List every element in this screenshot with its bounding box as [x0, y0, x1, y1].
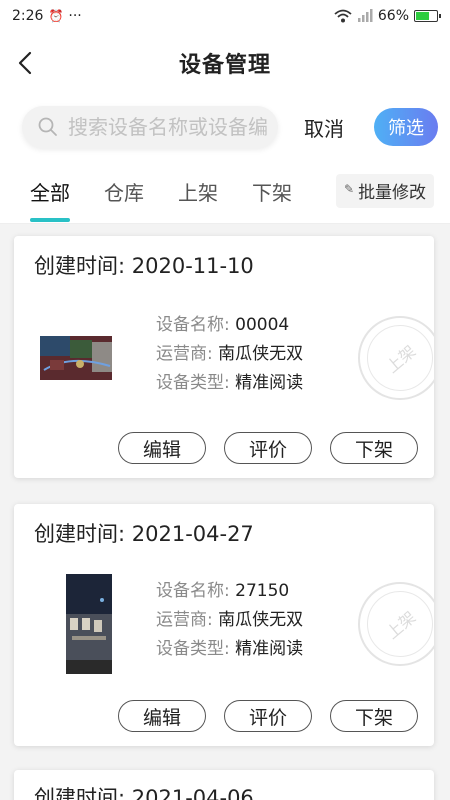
- operator-label: 运营商:: [156, 344, 219, 364]
- tab-bar: 全部 仓库 上架 下架 ✎ 批量修改: [0, 160, 450, 224]
- stamp-label: 上架: [382, 341, 420, 377]
- filter-button[interactable]: 筛选: [374, 108, 438, 146]
- status-left: 2:26 ⏰ ···: [12, 8, 82, 24]
- device-type-label: 设备类型:: [156, 639, 236, 659]
- status-right: 66%: [334, 8, 441, 24]
- alarm-icon: ⏰: [48, 9, 64, 23]
- status-time: 2:26: [12, 8, 44, 24]
- card-date: 创建时间: 2021-04-27: [34, 522, 254, 546]
- tab-online[interactable]: 上架: [178, 160, 218, 224]
- takedown-button[interactable]: 下架: [330, 432, 418, 464]
- device-type-value: 精准阅读: [235, 639, 304, 659]
- edit-icon: ✎: [344, 182, 355, 196]
- operator-label: 运营商:: [156, 610, 219, 630]
- status-stamp: 上架: [358, 582, 434, 666]
- page-title: 设备管理: [178, 53, 271, 78]
- wifi-icon: [334, 9, 352, 23]
- device-card[interactable]: 创建时间: 2021-04-06: [14, 770, 434, 800]
- card-date: 创建时间: 2020-11-10: [34, 254, 254, 278]
- chevron-left-icon: [18, 51, 32, 75]
- status-bar: 2:26 ⏰ ··· 66%: [0, 0, 450, 32]
- device-name-value: 00004: [235, 315, 290, 335]
- device-info: 设备名称: 27150 运营商: 南瓜侠无双 设备类型: 精准阅读: [156, 577, 303, 664]
- more-icon: ···: [68, 8, 82, 24]
- status-stamp: 上架: [358, 316, 434, 400]
- device-name-value: 27150: [235, 581, 290, 601]
- device-card[interactable]: 创建时间: 2021-04-27 设备名称: 27150 运营商: 南瓜侠无双 …: [14, 504, 434, 746]
- edit-button[interactable]: 编辑: [118, 432, 206, 464]
- card-actions: 编辑 评价 下架: [118, 700, 418, 732]
- device-image: [66, 574, 112, 674]
- battery-percent: 66%: [377, 8, 409, 24]
- signal-icon: [357, 9, 373, 22]
- tab-offline[interactable]: 下架: [252, 160, 292, 224]
- review-button[interactable]: 评价: [224, 700, 312, 732]
- device-card[interactable]: 创建时间: 2020-11-10 设备名称: 00004 运营商: 南瓜侠无双 …: [14, 236, 434, 478]
- card-actions: 编辑 评价 下架: [118, 432, 418, 464]
- back-button[interactable]: [10, 46, 40, 80]
- operator-value: 南瓜侠无双: [218, 610, 304, 630]
- search-icon: [38, 117, 57, 136]
- search-row: 取消 筛选: [0, 94, 450, 160]
- batch-edit-label: 批量修改: [358, 183, 427, 203]
- tab-all[interactable]: 全部: [30, 160, 70, 224]
- app-header: 设备管理: [0, 32, 450, 94]
- tab-warehouse[interactable]: 仓库: [104, 160, 144, 224]
- edit-button[interactable]: 编辑: [118, 700, 206, 732]
- device-type-value: 精准阅读: [235, 373, 304, 393]
- search-input[interactable]: [68, 115, 268, 139]
- operator-value: 南瓜侠无双: [218, 344, 304, 364]
- cancel-button[interactable]: 取消: [304, 113, 344, 142]
- device-name-label: 设备名称:: [156, 315, 236, 335]
- stamp-label: 上架: [382, 607, 420, 643]
- search-box[interactable]: [22, 106, 278, 148]
- device-image: [40, 336, 112, 380]
- review-button[interactable]: 评价: [224, 432, 312, 464]
- card-date: 创建时间: 2021-04-06: [34, 786, 254, 800]
- device-info: 设备名称: 00004 运营商: 南瓜侠无双 设备类型: 精准阅读: [156, 311, 303, 398]
- device-type-label: 设备类型:: [156, 373, 236, 393]
- batch-edit-button[interactable]: ✎ 批量修改: [336, 174, 434, 208]
- device-name-label: 设备名称:: [156, 581, 236, 601]
- battery-icon: [414, 10, 441, 22]
- takedown-button[interactable]: 下架: [330, 700, 418, 732]
